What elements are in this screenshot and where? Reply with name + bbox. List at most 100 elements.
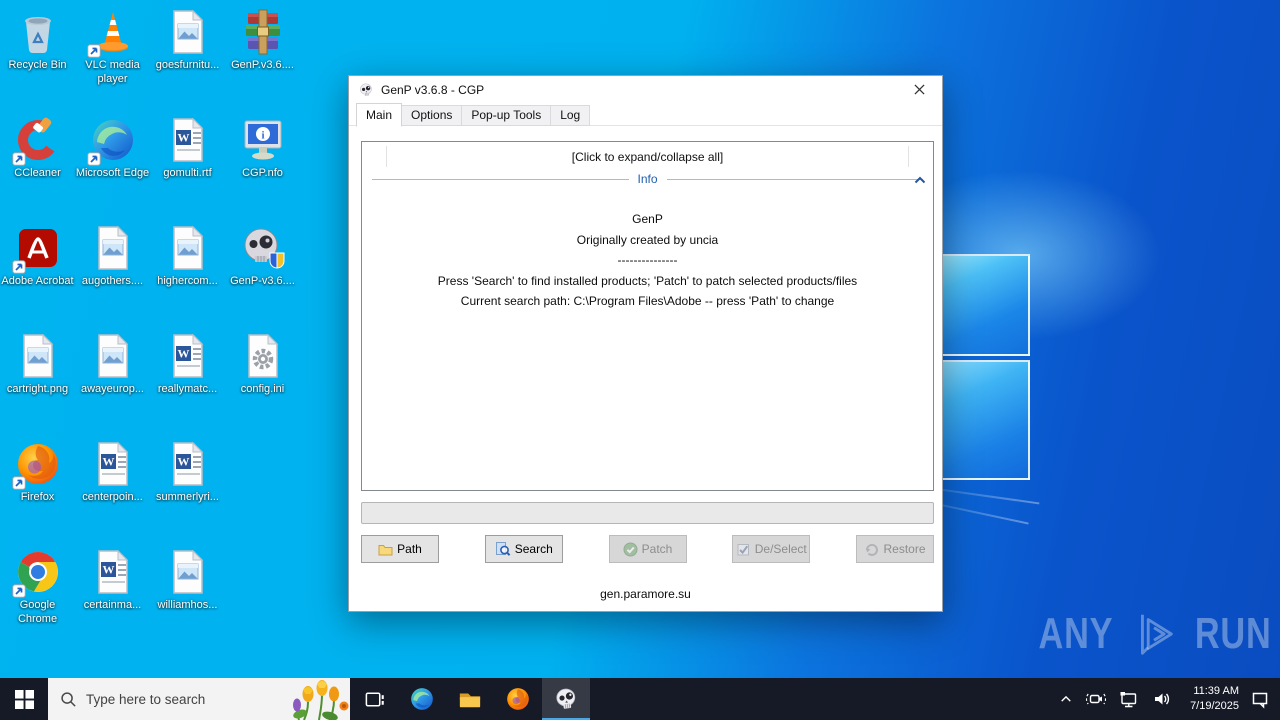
desktop-icon-certainma[interactable]: certainma... [75, 548, 150, 656]
desktop-grid-spacer [225, 440, 300, 548]
desktop-icon-label: summerlyri... [156, 491, 219, 503]
clock-date: 7/19/2025 [1190, 700, 1239, 712]
wallpaper-windows-logo [938, 228, 1032, 528]
file-explorer-icon [457, 687, 483, 711]
desktop-icon-acrobat[interactable]: Adobe Acrobat [0, 224, 75, 332]
tab-options[interactable]: Options [401, 105, 463, 126]
info-section-header[interactable]: Info [372, 170, 924, 188]
desktop-icon-vlc[interactable]: VLC media player [75, 8, 150, 116]
genp-window: GenP v3.6.8 - CGP Main Options Pop-up To… [348, 75, 943, 612]
desktop-icon-chrome[interactable]: Google Chrome [0, 548, 75, 656]
desktop-icon-config-ini[interactable]: config.ini [225, 332, 300, 440]
ini-file-icon [239, 332, 287, 380]
desktop-icon-gomulti-rtf[interactable]: gomulti.rtf [150, 116, 225, 224]
action-center-icon [1252, 692, 1268, 709]
button-label: Restore [883, 542, 926, 556]
desktop-icon-label: cartright.png [6, 383, 69, 395]
desktop: W [0, 0, 1280, 720]
desktop-icon-summerlyri[interactable]: summerlyri... [150, 440, 225, 548]
collapse-arrow-icon[interactable] [914, 173, 926, 187]
window-title: GenP v3.6.8 - CGP [381, 82, 485, 97]
desktop-icon-label: CGP.nfo [242, 167, 283, 179]
taskbar-firefox-button[interactable] [494, 678, 542, 720]
desktop-icon-label: Firefox [20, 491, 55, 503]
desktop-icon-williamhos[interactable]: williamhos... [150, 548, 225, 656]
taskbar-file-explorer-button[interactable] [446, 678, 494, 720]
nfo-file-icon [239, 116, 287, 164]
taskbar-clock[interactable]: 11:39 AM 7/19/2025 [1183, 684, 1239, 714]
speaker-icon [1155, 693, 1170, 705]
desktop-icon-ccleaner[interactable]: CCleaner [0, 116, 75, 224]
desktop-icon-goesfurnitu[interactable]: goesfurnitu... [150, 8, 225, 116]
info-text-line: --------------- [617, 253, 678, 267]
button-label: Patch [641, 542, 673, 556]
info-text-line: Originally created by uncia [576, 232, 719, 247]
button-label: De/Select [754, 542, 807, 556]
network-tray-button[interactable] [1117, 687, 1141, 711]
info-text-block: GenP Originally created by uncia -------… [362, 209, 933, 312]
window-footer-link: gen.paramore.su [600, 587, 691, 601]
desktop-icon-genp-app[interactable]: GenP-v3.6.... [225, 224, 300, 332]
desktop-icon-edge[interactable]: Microsoft Edge [75, 116, 150, 224]
tab-log[interactable]: Log [550, 105, 591, 126]
desktop-icon-label: Adobe Acrobat [1, 275, 74, 287]
desktop-icon-awayeurop[interactable]: awayeurop... [75, 332, 150, 440]
desktop-icon-augothers[interactable]: augothers.... [75, 224, 150, 332]
progress-bar [361, 502, 934, 524]
desktop-icon-label: VLC media player [85, 59, 140, 86]
image-file-icon [89, 332, 137, 380]
taskbar-genp-button[interactable] [542, 678, 590, 720]
image-file-icon [164, 548, 212, 596]
desktop-icon-label: Google Chrome [17, 599, 58, 626]
desktop-icon-cgp-nfo[interactable]: CGP.nfo [225, 116, 300, 224]
expand-collapse-header[interactable]: [Click to expand/collapse all] [362, 144, 933, 169]
task-view-button[interactable] [350, 678, 398, 720]
shortcut-arrow-icon [12, 584, 26, 598]
action-center-button[interactable] [1248, 687, 1272, 711]
desktop-icon-label: centerpoin... [82, 491, 143, 503]
desktop-icon-reallymatc[interactable]: reallymatc... [150, 332, 225, 440]
image-file-icon [164, 224, 212, 272]
clock-time: 11:39 AM [1193, 685, 1239, 698]
shortcut-arrow-icon [87, 44, 101, 58]
watermark-text-run: RUN [1194, 609, 1272, 658]
patch-button: Patch [608, 535, 687, 563]
info-text-line: GenP [632, 212, 663, 226]
deselect-button: De/Select [732, 535, 811, 563]
desktop-icon-label: gomulti.rtf [163, 167, 212, 179]
desktop-icon-genp-rar[interactable]: GenP.v3.6.... [225, 8, 300, 116]
windows-logo-pane [938, 360, 1030, 480]
taskbar-search[interactable]: Type here to search [48, 678, 350, 720]
tab-popup-tools[interactable]: Pop-up Tools [461, 105, 552, 126]
network-ethernet-icon [1120, 692, 1137, 708]
chevron-up-icon [1061, 695, 1071, 702]
search-button[interactable]: Search [484, 535, 563, 563]
camera-icon [1086, 693, 1106, 705]
windows-logo-pane [938, 254, 1030, 356]
info-text-line: Press 'Search' to find installed product… [437, 273, 858, 288]
start-button[interactable] [0, 678, 48, 720]
close-button[interactable] [897, 76, 942, 103]
desktop-icon-highercom[interactable]: highercom... [150, 224, 225, 332]
path-button[interactable]: Path [361, 535, 439, 563]
desktop-icon-firefox[interactable]: Firefox [0, 440, 75, 548]
tab-main[interactable]: Main [356, 103, 403, 127]
button-row: Path Search Patch De/Select Restore [361, 535, 934, 563]
taskbar: Type here to search 11:39 AM 7/19/2025 [0, 678, 1280, 720]
desktop-icon-label: awayeurop... [81, 383, 144, 395]
window-titlebar[interactable]: GenP v3.6.8 - CGP [349, 76, 942, 103]
section-divider-line [372, 178, 629, 180]
shortcut-arrow-icon [12, 476, 26, 490]
taskbar-edge-button[interactable] [398, 678, 446, 720]
desktop-icon-cartright-png[interactable]: cartright.png [0, 332, 75, 440]
meet-now-button[interactable] [1084, 687, 1108, 711]
desktop-icon-label: config.ini [240, 383, 285, 395]
desktop-icon-recycle-bin[interactable]: Recycle Bin [0, 8, 75, 116]
desktop-icon-centerpoin[interactable]: centerpoin... [75, 440, 150, 548]
tray-expand-button[interactable] [1057, 691, 1075, 707]
desktop-icon-label: CCleaner [14, 167, 61, 179]
volume-tray-button[interactable] [1150, 687, 1174, 711]
genp-app-icon [239, 224, 287, 272]
button-label: Search [514, 542, 553, 556]
word-document-icon [89, 548, 137, 596]
